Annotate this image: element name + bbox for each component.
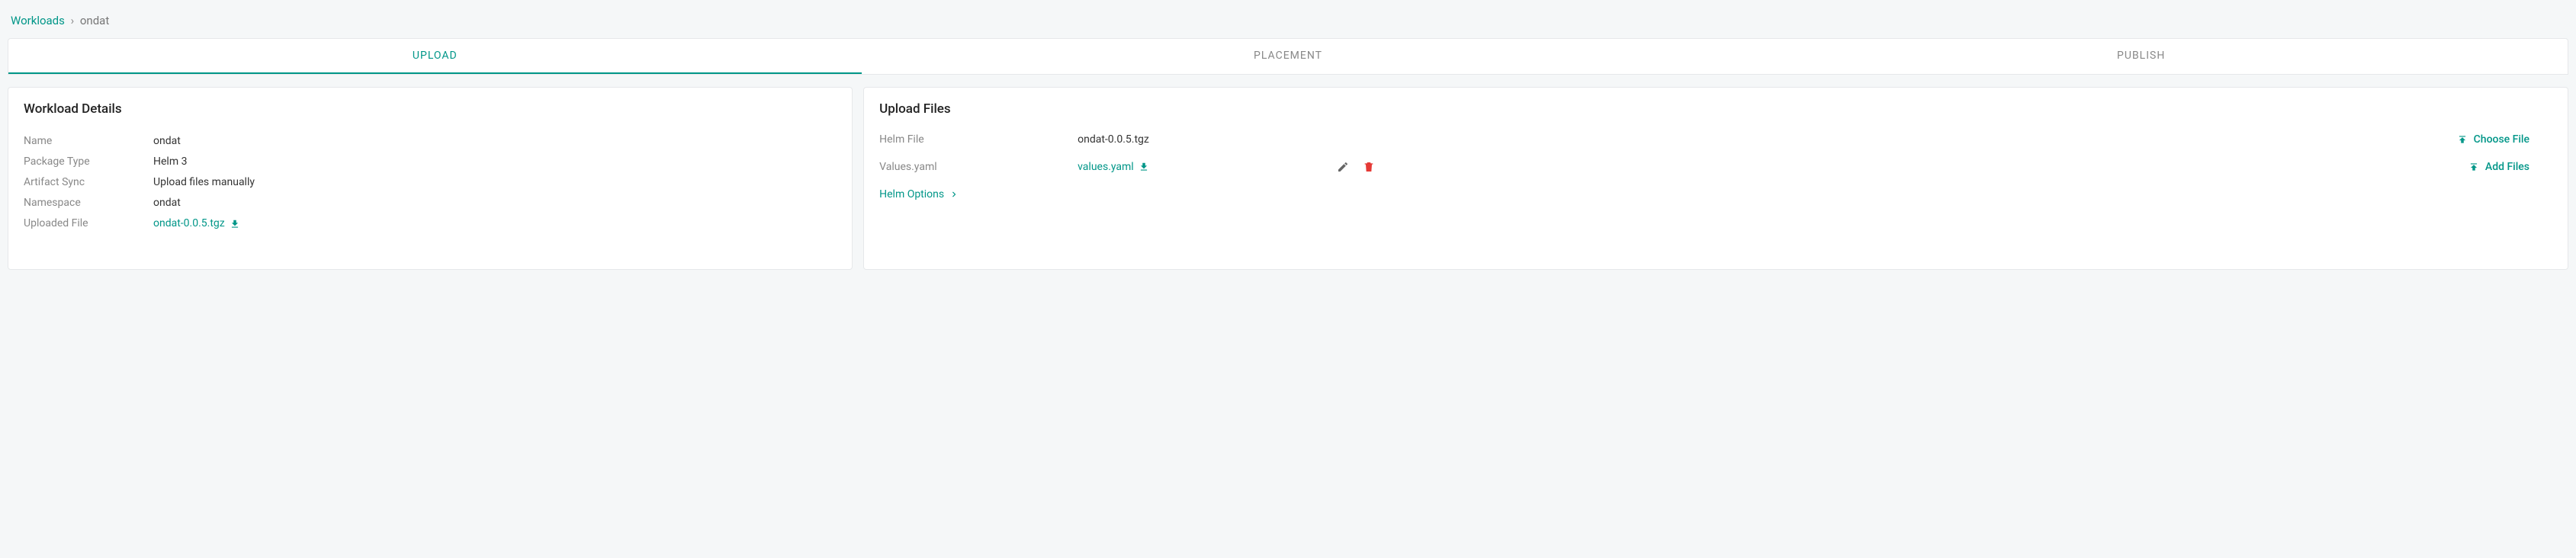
helm-file-value: ondat-0.0.5.tgz [1078, 133, 1306, 146]
helm-options-button[interactable]: Helm Options [879, 188, 2552, 200]
detail-row-namespace: Namespace ondat [24, 195, 837, 211]
workload-details-title: Workload Details [24, 101, 837, 117]
values-yaml-name: values.yaml [1078, 161, 1134, 173]
upload-icon [2457, 134, 2468, 145]
upload-label: Helm File [879, 133, 1078, 146]
upload-row-values-yaml: Values.yaml values.yaml [879, 161, 2552, 173]
download-icon [1139, 162, 1149, 172]
tab-placement[interactable]: PLACEMENT [862, 39, 1715, 74]
uploaded-file-link[interactable]: ondat-0.0.5.tgz [153, 216, 837, 232]
choose-file-label: Choose File [2474, 133, 2529, 146]
detail-row-uploaded-file: Uploaded File ondat-0.0.5.tgz [24, 216, 837, 232]
uploaded-file-name: ondat-0.0.5.tgz [153, 216, 225, 232]
tab-publish[interactable]: PUBLISH [1714, 39, 2568, 74]
tab-bar: UPLOAD PLACEMENT PUBLISH [8, 38, 2568, 75]
detail-value: Helm 3 [153, 154, 837, 170]
detail-value: Upload files manually [153, 175, 837, 191]
workload-details-card: Workload Details Name ondat Package Type… [8, 87, 853, 270]
detail-value: ondat [153, 133, 837, 149]
upload-label: Values.yaml [879, 161, 1078, 173]
helm-options-label: Helm Options [879, 188, 944, 200]
add-files-button[interactable]: Add Files [2468, 161, 2552, 173]
chevron-right-icon [949, 189, 959, 200]
upload-files-title: Upload Files [879, 101, 2552, 117]
detail-label: Uploaded File [24, 216, 153, 232]
delete-icon[interactable] [1363, 161, 1375, 173]
add-files-label: Add Files [2485, 161, 2529, 173]
upload-icon [2468, 162, 2479, 172]
breadcrumb-current: ondat [80, 14, 109, 27]
upload-row-helm-file: Helm File ondat-0.0.5.tgz Choose File [879, 133, 2552, 146]
detail-label: Artifact Sync [24, 175, 153, 191]
detail-row-name: Name ondat [24, 133, 837, 149]
detail-label: Namespace [24, 195, 153, 211]
edit-icon[interactable] [1337, 161, 1349, 173]
detail-row-artifact-sync: Artifact Sync Upload files manually [24, 175, 837, 191]
download-icon [230, 219, 240, 229]
upload-files-card: Upload Files Helm File ondat-0.0.5.tgz C… [863, 87, 2568, 270]
detail-row-package-type: Package Type Helm 3 [24, 154, 837, 170]
values-yaml-link[interactable]: values.yaml [1078, 161, 1306, 173]
detail-label: Package Type [24, 154, 153, 170]
breadcrumb-root-link[interactable]: Workloads [11, 14, 65, 27]
detail-value: ondat [153, 195, 837, 211]
detail-label: Name [24, 133, 153, 149]
tab-upload[interactable]: UPLOAD [8, 39, 862, 74]
breadcrumb: Workloads › ondat [8, 8, 2568, 38]
choose-file-button[interactable]: Choose File [2457, 133, 2552, 146]
breadcrumb-separator: › [71, 14, 75, 27]
